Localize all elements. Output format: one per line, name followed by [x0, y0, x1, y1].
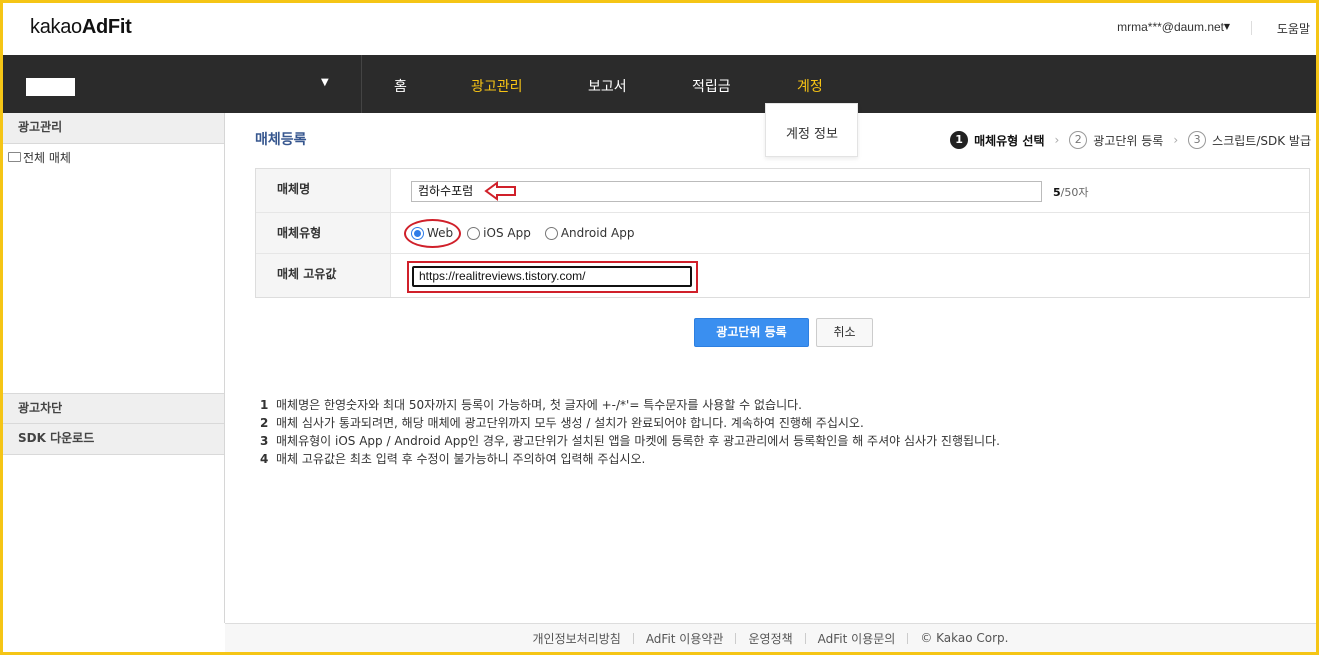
step-label: 매체유형 선택 — [974, 133, 1045, 148]
note-item: 1 매체명은 한영숫자와 최대 50자까지 등록이 가능하며, 첫 글자에 +-/… — [260, 398, 802, 412]
radio-ios-app[interactable]: iOS App — [467, 226, 531, 240]
media-registration-form: 매체명 컴하수포럼 5/50자 매체유형 Web iOS App Android… — [255, 168, 1310, 298]
radio-unselected-icon[interactable] — [467, 226, 481, 240]
site-name-box — [26, 78, 75, 96]
kakao-adfit-logo[interactable]: kakaoAdFit — [30, 16, 132, 39]
nav-account[interactable]: 계정 — [797, 76, 823, 96]
step-number: 3 — [1188, 131, 1207, 149]
sidebar-section-ad-management[interactable]: 광고관리 — [3, 113, 224, 144]
sidebar: 광고관리 전체 매체 광고차단 SDK 다운로드 — [3, 113, 225, 623]
tree-item-label: 전체 매체 — [23, 151, 71, 165]
sidebar-tree-item-all-media[interactable]: 전체 매체 — [8, 149, 71, 166]
footer-link-privacy[interactable]: 개인정보처리방침 — [532, 630, 620, 647]
footer-link-policy[interactable]: 운영정책 — [748, 630, 792, 647]
media-type-label: 매체유형 — [256, 213, 391, 253]
sidebar-section-sdk-download[interactable]: SDK 다운로드 — [3, 424, 224, 455]
form-row-media-type: 매체유형 Web iOS App Android App — [256, 213, 1309, 254]
help-link[interactable]: 도움말 — [1277, 20, 1310, 37]
form-row-media-unique-value: 매체 고유값 https://realitreviews.tistory.com… — [256, 254, 1309, 297]
nav-home[interactable]: 홈 — [394, 76, 407, 96]
radio-label: Android App — [560, 226, 635, 240]
sidebar-section-ad-block[interactable]: 광고차단 — [3, 393, 224, 424]
chevron-right-icon: › — [1173, 133, 1179, 147]
red-arrow-annotation-icon — [484, 181, 516, 201]
step-indicator: 1 매체유형 선택 › 2 광고단위 등록 › 3 스크립트/SDK 발급 — [950, 131, 1311, 149]
register-ad-unit-button[interactable]: 광고단위 등록 — [694, 318, 809, 347]
footer-link-terms[interactable]: AdFit 이용약관 — [646, 630, 724, 647]
media-name-label: 매체명 — [256, 169, 391, 212]
media-type-radio-group: Web iOS App Android App — [411, 226, 648, 240]
divider — [804, 632, 806, 644]
step-number: 1 — [950, 131, 969, 149]
account-dropdown: 계정 정보 — [765, 103, 858, 157]
guidance-notes: 1 매체명은 한영숫자와 최대 50자까지 등록이 가능하며, 첫 글자에 +-/… — [260, 396, 1000, 468]
radio-unselected-icon[interactable] — [544, 226, 558, 240]
cancel-button[interactable]: 취소 — [816, 318, 873, 347]
radio-selected-icon[interactable] — [411, 226, 424, 240]
footer-link-inquiry[interactable]: AdFit 이용문의 — [818, 630, 896, 647]
step-2: 2 광고단위 등록 — [1069, 131, 1163, 149]
note-item: 2 매체 심사가 통과되려면, 해당 매체에 광고단위까지 모두 생성 / 설치가… — [260, 416, 864, 430]
divider — [907, 632, 909, 644]
media-unique-value-input[interactable]: https://realitreviews.tistory.com/ — [412, 266, 692, 287]
main-navigation: ▼ 홈 광고관리 보고서 적립금 계정 — [3, 55, 1316, 113]
note-item: 3 매체유형이 iOS App / Android App인 경우, 광고단위가 … — [260, 434, 1000, 448]
folder-icon — [8, 151, 21, 162]
step-label: 광고단위 등록 — [1093, 133, 1164, 148]
top-header: kakaoAdFit mrma***@daum.net ▼ 도움말 — [3, 3, 1316, 55]
footer-copyright: © Kakao Corp. — [920, 631, 1009, 645]
step-3: 3 스크립트/SDK 발급 — [1188, 131, 1311, 149]
page-title: 매체등록 — [255, 132, 307, 148]
form-row-media-name: 매체명 컴하수포럼 5/50자 — [256, 169, 1309, 213]
footer: 개인정보처리방침 AdFit 이용약관 운영정책 AdFit 이용문의 © Ka… — [225, 623, 1316, 652]
radio-android-app[interactable]: Android App — [544, 226, 635, 240]
radio-label: iOS App — [483, 226, 531, 240]
chevron-right-icon: › — [1054, 133, 1060, 147]
nav-earnings[interactable]: 적립금 — [692, 76, 731, 96]
divider — [1251, 21, 1252, 35]
note-item: 4 매체 고유값은 최초 입력 후 수정이 불가능하니 주의하여 입력해 주십시오… — [260, 452, 646, 466]
site-selector[interactable]: ▼ — [3, 55, 362, 113]
divider — [632, 632, 634, 644]
step-number: 2 — [1069, 131, 1088, 149]
nav-ad-management[interactable]: 광고관리 — [471, 76, 523, 96]
media-unique-value-label: 매체 고유값 — [256, 254, 391, 297]
radio-label: Web — [427, 226, 454, 240]
dropdown-item-account-info[interactable]: 계정 정보 — [786, 123, 838, 142]
caret-down-icon[interactable]: ▼ — [1224, 22, 1230, 31]
divider — [735, 632, 737, 644]
step-label: 스크립트/SDK 발급 — [1212, 133, 1311, 148]
character-counter: 5/50자 — [1053, 186, 1089, 199]
user-account-menu[interactable]: mrma***@daum.net — [1117, 20, 1224, 34]
nav-reports[interactable]: 보고서 — [588, 76, 627, 96]
caret-down-icon[interactable]: ▼ — [321, 77, 329, 88]
step-1: 1 매체유형 선택 — [950, 131, 1044, 149]
radio-web[interactable]: Web — [411, 226, 453, 240]
